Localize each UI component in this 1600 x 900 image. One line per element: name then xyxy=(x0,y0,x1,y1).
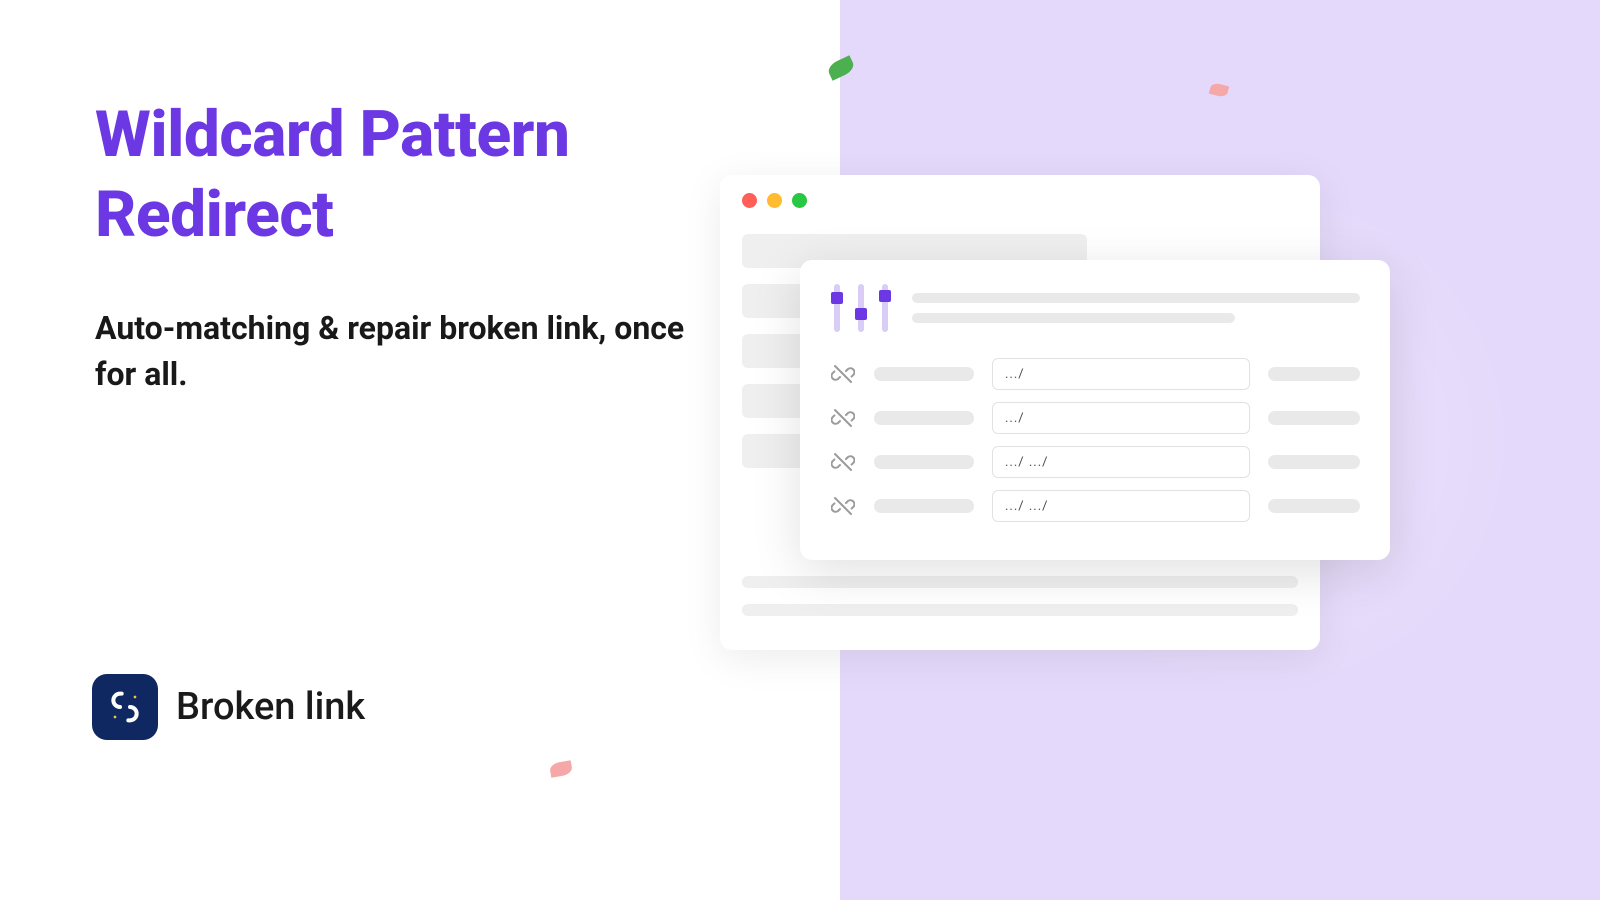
placeholder-line xyxy=(742,604,1298,616)
minimize-icon xyxy=(767,193,782,208)
broken-link-icon xyxy=(105,687,145,727)
placeholder-line xyxy=(742,576,1298,588)
header-placeholder xyxy=(912,293,1360,323)
placeholder-pill xyxy=(874,455,974,469)
pattern-input[interactable]: .../ xyxy=(992,402,1250,434)
pattern-input[interactable]: .../ .../ xyxy=(992,446,1250,478)
page-subtitle: Auto-matching & repair broken link, once… xyxy=(95,305,715,398)
pattern-row: .../ .../ xyxy=(830,490,1360,522)
placeholder-pill xyxy=(874,411,974,425)
brand-name: Broken link xyxy=(176,685,365,729)
brand-footer: Broken link xyxy=(92,674,365,740)
pattern-row: .../ .../ xyxy=(830,446,1360,478)
leaf-icon xyxy=(549,760,573,778)
maximize-icon xyxy=(792,193,807,208)
window-front: .../ .../ .../ .../ .../ .../ xyxy=(800,260,1390,560)
placeholder-pill xyxy=(874,367,974,381)
pattern-row: .../ xyxy=(830,402,1360,434)
broken-link-icon xyxy=(830,449,856,475)
sliders-icon xyxy=(830,284,892,332)
placeholder-pill xyxy=(874,499,974,513)
hero-text: Wildcard Pattern Redirect Auto-matching … xyxy=(95,95,715,398)
pattern-input[interactable]: .../ xyxy=(992,358,1250,390)
pattern-row: .../ xyxy=(830,358,1360,390)
pattern-input[interactable]: .../ .../ xyxy=(992,490,1250,522)
broken-link-icon xyxy=(830,361,856,387)
page-title: Wildcard Pattern Redirect xyxy=(95,95,715,255)
traffic-lights xyxy=(742,193,1298,208)
brand-logo xyxy=(92,674,158,740)
broken-link-icon xyxy=(830,405,856,431)
front-header xyxy=(830,284,1360,332)
close-icon xyxy=(742,193,757,208)
placeholder-pill xyxy=(1268,499,1360,513)
placeholder-pill xyxy=(1268,455,1360,469)
placeholder-pill xyxy=(1268,367,1360,381)
broken-link-icon xyxy=(830,493,856,519)
placeholder-pill xyxy=(1268,411,1360,425)
